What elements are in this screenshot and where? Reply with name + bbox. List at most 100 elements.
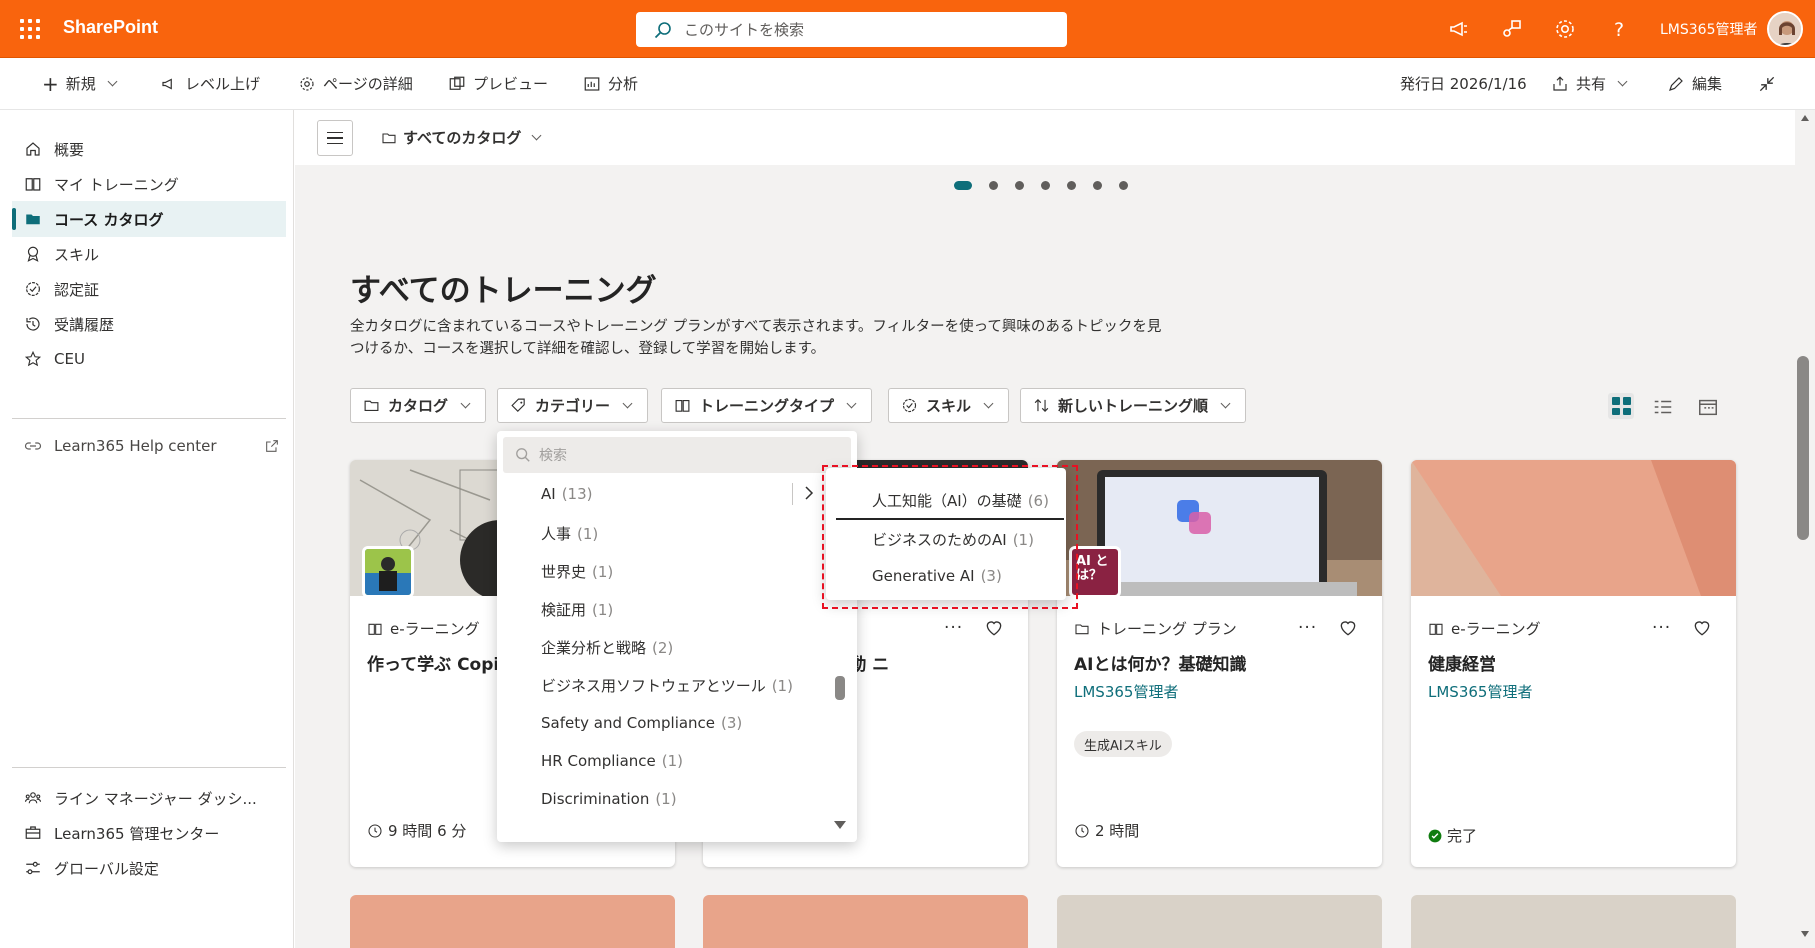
course-card-partial[interactable] (350, 895, 675, 948)
catalog-header: すべてのカタログ (295, 110, 1795, 165)
nav-item-history[interactable]: 受講履歴 (12, 306, 286, 342)
chevron-right-icon[interactable] (802, 485, 816, 501)
nav-item-course-catalog[interactable]: コース カタログ (12, 201, 286, 237)
gear-icon[interactable] (1553, 17, 1577, 41)
category-label: HR Compliance (541, 752, 656, 770)
category-item[interactable]: ビジネス用ソフトウェアとツール (1) (541, 675, 793, 696)
more-options-icon[interactable]: ··· (944, 618, 963, 638)
nav-label: スキル (54, 245, 100, 264)
category-item[interactable]: Discrimination (1) (541, 790, 677, 808)
category-item[interactable]: Safety and Compliance (3) (541, 714, 742, 732)
category-label: 人事 (541, 525, 572, 543)
category-item[interactable]: 人事 (1) (541, 523, 598, 544)
course-type: e-ラーニング (1428, 618, 1541, 639)
course-card-partial[interactable] (703, 895, 1028, 948)
nav-item-certificates[interactable]: 認定証 (12, 271, 286, 307)
course-title[interactable]: AIとは何か？基礎知識 (1074, 653, 1364, 677)
analytics-button[interactable]: 分析 (583, 73, 638, 94)
course-card-partial[interactable] (1057, 895, 1382, 948)
nav-item-line-manager[interactable]: ライン マネージャー ダッシ... (12, 780, 286, 816)
gear-icon (300, 76, 314, 91)
nav-item-overview[interactable]: 概要 (12, 131, 286, 167)
nav-item-global-settings[interactable]: グローバル設定 (12, 850, 286, 886)
certificate-icon (902, 398, 917, 413)
share-network-icon[interactable] (1500, 17, 1524, 41)
category-search-input[interactable]: 検索 (503, 437, 851, 473)
calendar-view-icon[interactable] (1697, 396, 1719, 418)
nav-item-skills[interactable]: スキル (12, 236, 286, 272)
dropdown-scrollbar-thumb[interactable] (835, 676, 845, 700)
course-card[interactable]: e-ラーニング ··· 健康経営 LMS365管理者 完了 (1411, 460, 1736, 867)
nav-item-ceu[interactable]: CEU (12, 341, 286, 377)
site-search-input[interactable]: このサイトを検索 (636, 12, 1067, 47)
pager-dot[interactable] (989, 181, 998, 190)
grid-view-icon[interactable] (1608, 393, 1634, 419)
more-options-icon[interactable]: ··· (1298, 618, 1317, 638)
list-view-icon[interactable] (1652, 396, 1674, 418)
help-icon[interactable]: ? (1607, 17, 1631, 41)
heart-icon[interactable] (1338, 618, 1358, 638)
category-item[interactable]: 企業分析と戦略 (2) (541, 637, 673, 658)
new-button[interactable]: + 新規 (42, 73, 120, 94)
course-author[interactable]: LMS365管理者 (1074, 681, 1178, 702)
category-dropdown: 検索 AI (13) 人事 (1) 世界史 (1) 検証用 (1) 企業分析と戦略 (2)… (497, 431, 857, 842)
category-item[interactable]: AI (13) (541, 485, 592, 503)
heart-icon[interactable] (984, 618, 1004, 638)
pager-dot[interactable] (1041, 181, 1050, 190)
preview-button[interactable]: プレビュー (448, 73, 548, 94)
skill-tag[interactable]: 生成AIスキル (1074, 731, 1172, 757)
promote-button[interactable]: レベル上げ (160, 73, 260, 94)
course-type-label: e-ラーニング (1451, 620, 1541, 638)
plus-icon: + (42, 71, 59, 96)
pager-dot[interactable] (1015, 181, 1024, 190)
collapse-icon[interactable] (1757, 74, 1777, 94)
course-card[interactable]: AI とは？ トレーニング プラン ··· AIとは何か？基礎知識 LMS365… (1057, 460, 1382, 867)
sort-dropdown[interactable]: 新しいトレーニング順 (1020, 388, 1247, 423)
scroll-down-icon[interactable] (1800, 930, 1810, 938)
category-item[interactable]: 世界史 (1) (541, 561, 613, 582)
clock-icon (368, 823, 382, 838)
category-item[interactable]: HR Compliance (1) (541, 752, 683, 770)
avatar[interactable] (1767, 11, 1803, 47)
course-title[interactable]: 健康経営 (1428, 653, 1718, 677)
page-scrollbar-thumb[interactable] (1797, 356, 1809, 540)
filter-label: トレーニングタイプ (699, 397, 835, 415)
pager-dot[interactable] (1119, 181, 1128, 190)
breadcrumb-label: すべてのカタログ (403, 129, 522, 147)
category-filter[interactable]: カテゴリー (497, 388, 649, 423)
published-date: 発行日 2026/1/16 (1400, 75, 1527, 93)
edit-button[interactable]: 編集 (1667, 73, 1722, 94)
pager-dot[interactable] (1067, 181, 1076, 190)
catalog-breadcrumb[interactable]: すべてのカタログ (381, 127, 544, 148)
pager-dot[interactable] (1093, 181, 1102, 190)
nav-item-help-center[interactable]: Learn365 Help center (12, 428, 280, 464)
app-name[interactable]: SharePoint (63, 17, 158, 38)
menu-toggle-icon[interactable] (317, 120, 353, 156)
category-count: (1) (592, 601, 614, 619)
course-card-partial[interactable] (1411, 895, 1736, 948)
app-launcher-icon[interactable] (18, 17, 42, 41)
clock-icon (1075, 823, 1089, 838)
nav-item-admin-center[interactable]: Learn365 管理センター (12, 815, 286, 851)
scroll-up-icon[interactable] (1800, 114, 1810, 122)
megaphone-icon[interactable] (1447, 17, 1471, 41)
nav-item-my-training[interactable]: マイ トレーニング (12, 166, 286, 202)
training-type-filter[interactable]: トレーニングタイプ (661, 388, 873, 423)
preview-label: プレビュー (473, 75, 549, 93)
skill-filter[interactable]: スキル (888, 388, 1010, 423)
pager-dot[interactable] (954, 181, 972, 190)
user-name[interactable]: LMS365管理者 (1660, 19, 1758, 39)
page-details-button[interactable]: ページの詳細 (298, 73, 413, 94)
course-logo (362, 546, 414, 598)
status-label: 完了 (1447, 827, 1478, 845)
catalog-filter[interactable]: カタログ (350, 388, 487, 423)
category-count: (1) (661, 752, 684, 770)
scroll-down-icon[interactable] (832, 819, 848, 831)
course-author[interactable]: LMS365管理者 (1428, 681, 1532, 702)
more-options-icon[interactable]: ··· (1652, 618, 1671, 638)
category-item[interactable]: 検証用 (1) (541, 599, 613, 620)
share-button[interactable]: 共有 (1551, 73, 1630, 94)
book-icon (675, 399, 690, 412)
heart-icon[interactable] (1692, 618, 1712, 638)
category-count: (1) (577, 525, 599, 543)
